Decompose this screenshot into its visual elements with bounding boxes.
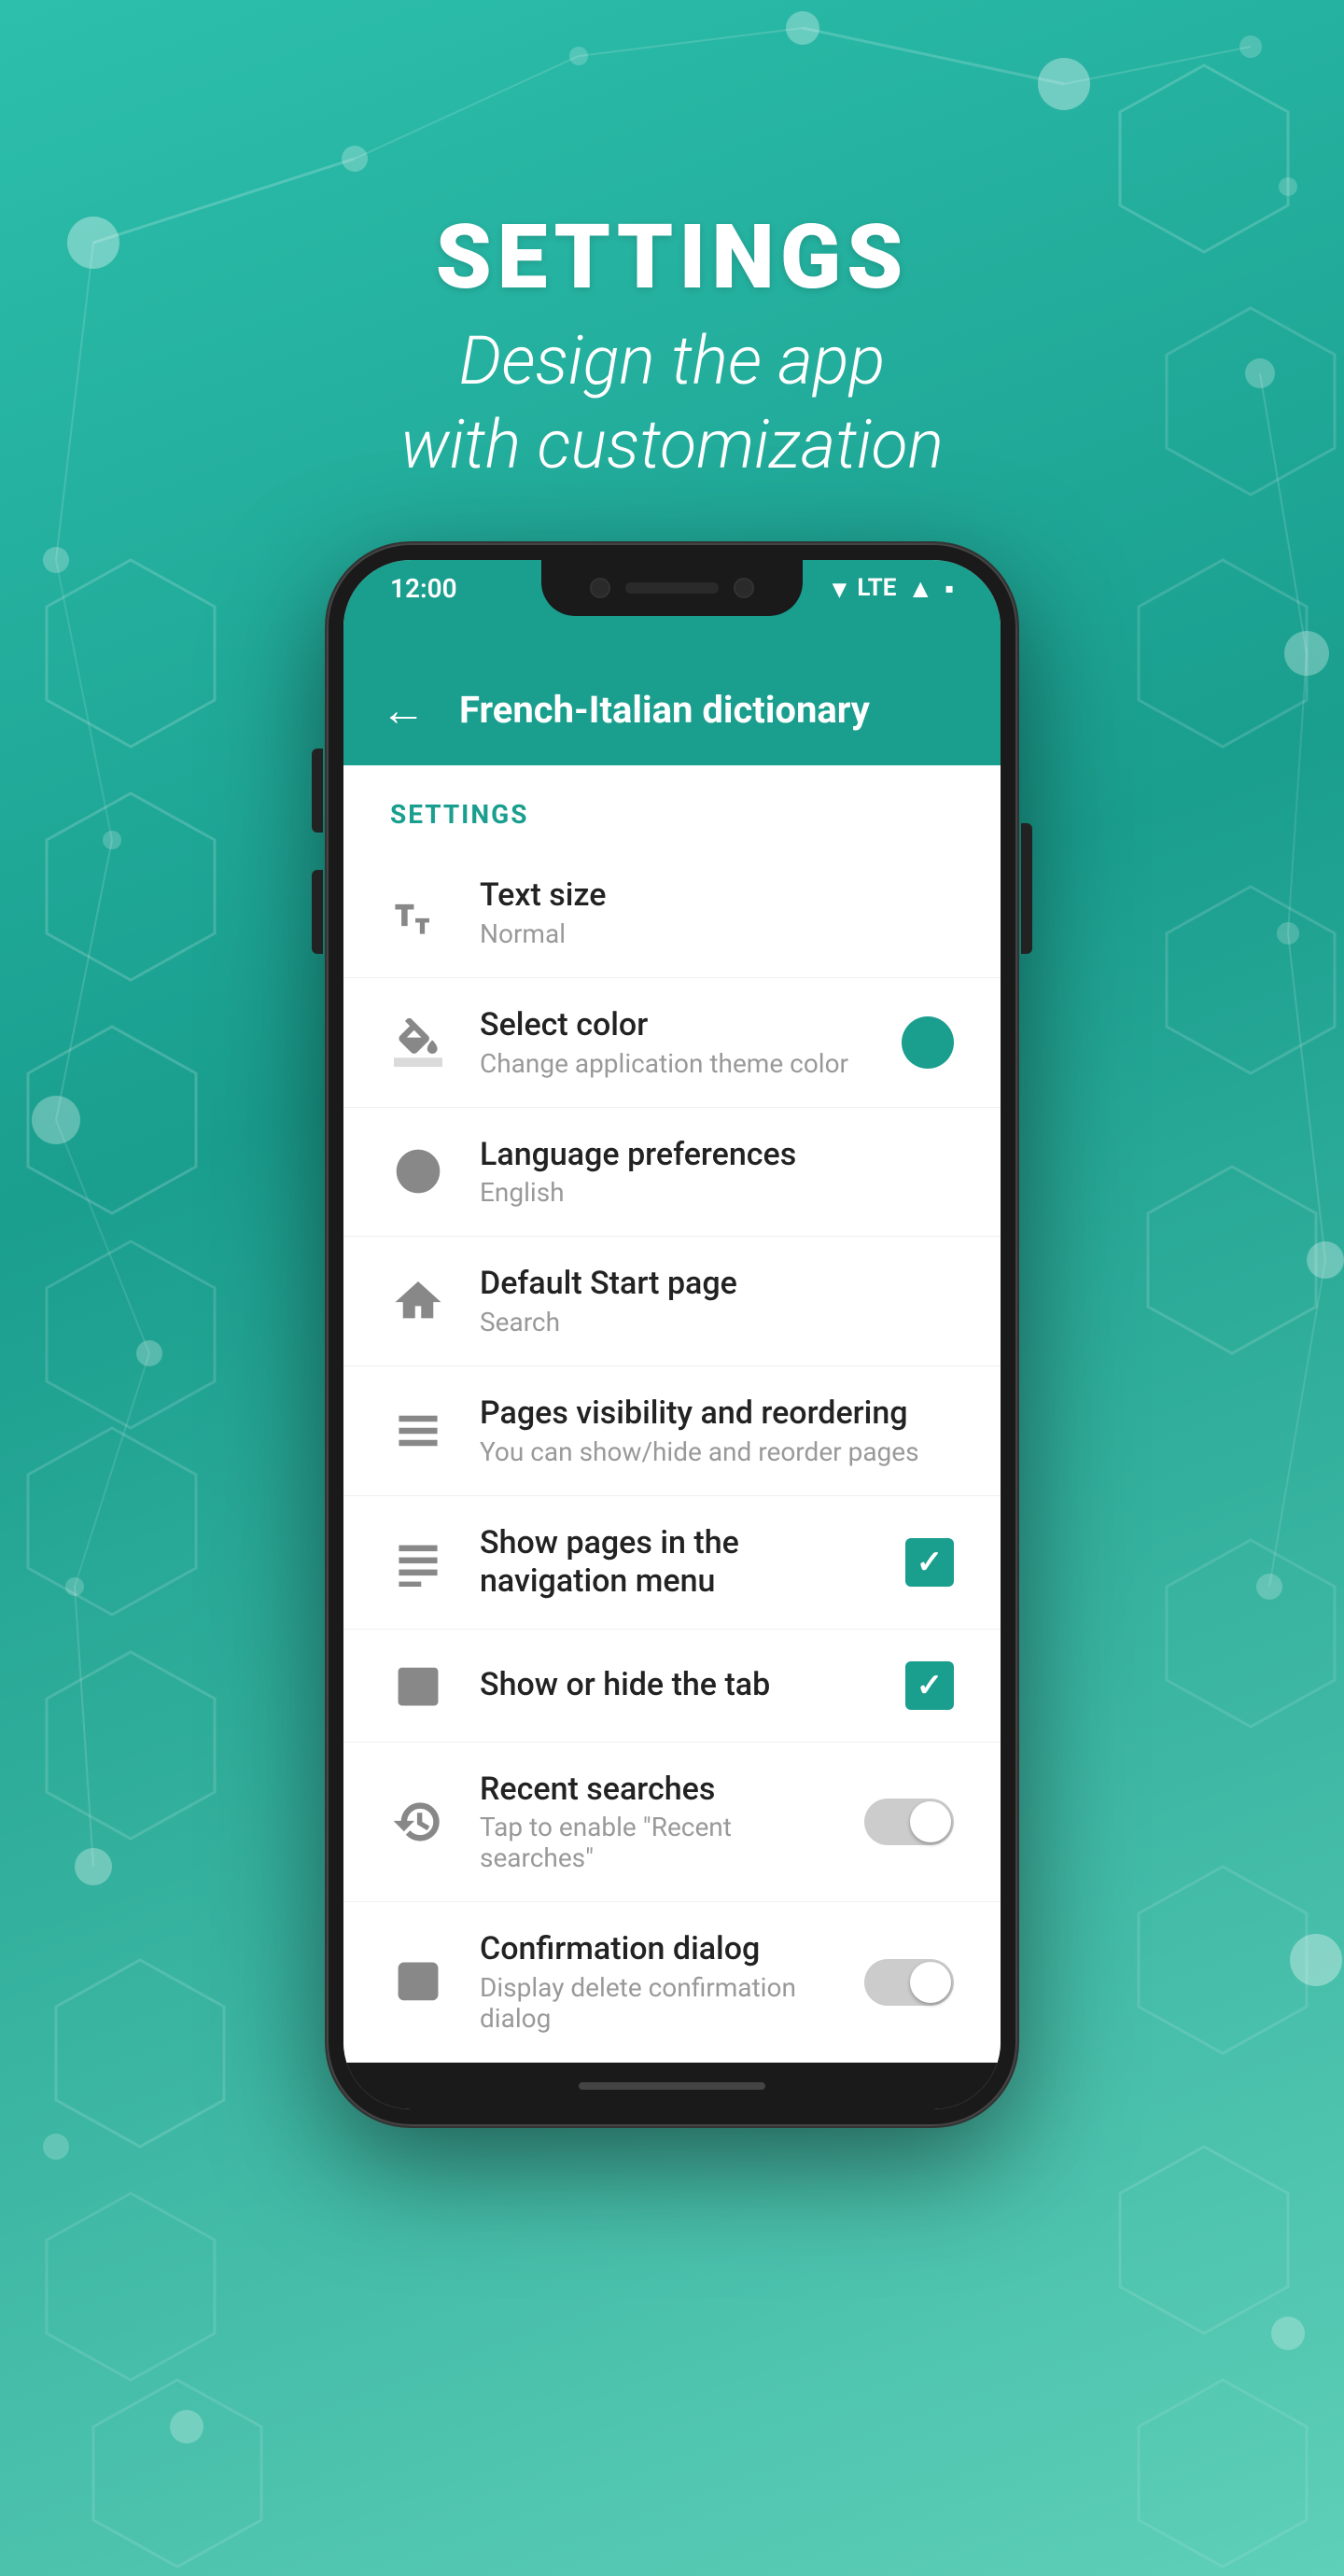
- status-icons: ▾ LTE ▲ ▪: [833, 573, 954, 604]
- recent-searches-title: Recent searches: [480, 1771, 831, 1809]
- hero-subtitle: Design the app with customization: [400, 319, 944, 487]
- recent-searches-subtitle: Tap to enable "Recent searches": [480, 1812, 831, 1873]
- language-subtitle: English: [480, 1177, 954, 1208]
- confirmation-dialog-item[interactable]: ? Confirmation dialog Display delete con…: [343, 1902, 1001, 2063]
- pages-visibility-subtitle: You can show/hide and reorder pages: [480, 1436, 954, 1467]
- pages-visibility-item[interactable]: Pages visibility and reordering You can …: [343, 1366, 1001, 1496]
- select-color-text: Select color Change application theme co…: [480, 1006, 868, 1079]
- dialog-icon: ?: [390, 1954, 446, 2010]
- color-dot-control[interactable]: [902, 1016, 954, 1069]
- show-pages-nav-checkbox[interactable]: [905, 1538, 954, 1587]
- show-hide-tab-item[interactable]: Show or hide the tab: [343, 1630, 1001, 1743]
- globe-icon: [390, 1143, 446, 1199]
- confirmation-dialog-text: Confirmation dialog Display delete confi…: [480, 1930, 831, 2034]
- time-display: 12:00: [390, 573, 457, 604]
- notch-area: 12:00 ▾ LTE ▲ ▪: [343, 560, 1001, 653]
- back-button[interactable]: ←: [381, 683, 426, 736]
- tab-icon: [390, 1658, 446, 1714]
- svg-text:?: ?: [411, 1969, 423, 1993]
- show-pages-nav-control[interactable]: [905, 1538, 954, 1587]
- phone-outer: 12:00 ▾ LTE ▲ ▪ ← French-Italian diction…: [327, 543, 1017, 2126]
- battery-icon: ▪: [945, 573, 954, 604]
- app-bar-title: French-Italian dictionary: [459, 688, 870, 732]
- menu-icon: [390, 1403, 446, 1459]
- text-size-subtitle: Normal: [480, 918, 954, 949]
- select-color-subtitle: Change application theme color: [480, 1048, 868, 1079]
- svg-text:T: T: [396, 901, 413, 931]
- lte-label: LTE: [857, 574, 896, 602]
- menu-lines-icon: [390, 1534, 446, 1590]
- text-size-item[interactable]: T T Text size Normal: [343, 848, 1001, 978]
- confirmation-dialog-control[interactable]: [864, 1959, 954, 2006]
- select-color-item[interactable]: Select color Change application theme co…: [343, 978, 1001, 1108]
- status-bar: 12:00 ▾ LTE ▲ ▪: [343, 560, 1001, 616]
- app-bar: ← French-Italian dictionary: [343, 653, 1001, 765]
- recent-searches-control[interactable]: [864, 1799, 954, 1845]
- color-dot[interactable]: [902, 1016, 954, 1069]
- language-text: Language preferences English: [480, 1136, 954, 1209]
- svg-text:T: T: [416, 915, 428, 937]
- settings-content: SETTINGS T T Text size Normal: [343, 765, 1001, 2063]
- language-title: Language preferences: [480, 1136, 954, 1174]
- recent-searches-item[interactable]: Recent searches Tap to enable "Recent se…: [343, 1743, 1001, 1903]
- confirmation-dialog-title: Confirmation dialog: [480, 1930, 831, 1968]
- pages-visibility-text: Pages visibility and reordering You can …: [480, 1394, 954, 1467]
- show-hide-tab-control[interactable]: [905, 1661, 954, 1710]
- signal-icon: ▲: [907, 573, 933, 604]
- show-hide-tab-text: Show or hide the tab: [480, 1666, 872, 1704]
- home-icon: [390, 1273, 446, 1329]
- show-hide-tab-title: Show or hide the tab: [480, 1666, 872, 1704]
- show-pages-nav-title: Show pages in the navigation menu: [480, 1524, 872, 1601]
- show-pages-nav-item[interactable]: Show pages in the navigation menu: [343, 1496, 1001, 1630]
- default-start-page-item[interactable]: Default Start page Search: [343, 1237, 1001, 1366]
- confirmation-dialog-subtitle: Display delete confirmation dialog: [480, 1972, 831, 2034]
- paint-bucket-icon: [390, 1015, 446, 1071]
- text-size-title: Text size: [480, 876, 954, 915]
- select-color-title: Select color: [480, 1006, 868, 1044]
- language-preferences-item[interactable]: Language preferences English: [343, 1108, 1001, 1238]
- show-pages-nav-text: Show pages in the navigation menu: [480, 1524, 872, 1601]
- phone-screen: 12:00 ▾ LTE ▲ ▪ ← French-Italian diction…: [343, 560, 1001, 2109]
- history-icon: [390, 1794, 446, 1850]
- home-indicator: [579, 2082, 765, 2090]
- recent-searches-toggle[interactable]: [864, 1799, 954, 1845]
- confirmation-dialog-toggle[interactable]: [864, 1959, 954, 2006]
- default-start-text: Default Start page Search: [480, 1265, 954, 1337]
- wifi-icon: ▾: [833, 573, 846, 604]
- text-size-text: Text size Normal: [480, 876, 954, 949]
- hero-section: SETTINGS Design the app with customizati…: [400, 0, 944, 543]
- hero-title: SETTINGS: [400, 205, 944, 310]
- pages-visibility-title: Pages visibility and reordering: [480, 1394, 954, 1433]
- phone-bottom-bar: [343, 2063, 1001, 2109]
- phone-mockup: 12:00 ▾ LTE ▲ ▪ ← French-Italian diction…: [327, 543, 1017, 2126]
- text-size-icon: T T: [390, 885, 446, 941]
- default-start-title: Default Start page: [480, 1265, 954, 1303]
- recent-searches-text: Recent searches Tap to enable "Recent se…: [480, 1771, 831, 1874]
- default-start-subtitle: Search: [480, 1307, 954, 1337]
- settings-section-label: SETTINGS: [343, 765, 1001, 848]
- show-hide-tab-checkbox[interactable]: [905, 1661, 954, 1710]
